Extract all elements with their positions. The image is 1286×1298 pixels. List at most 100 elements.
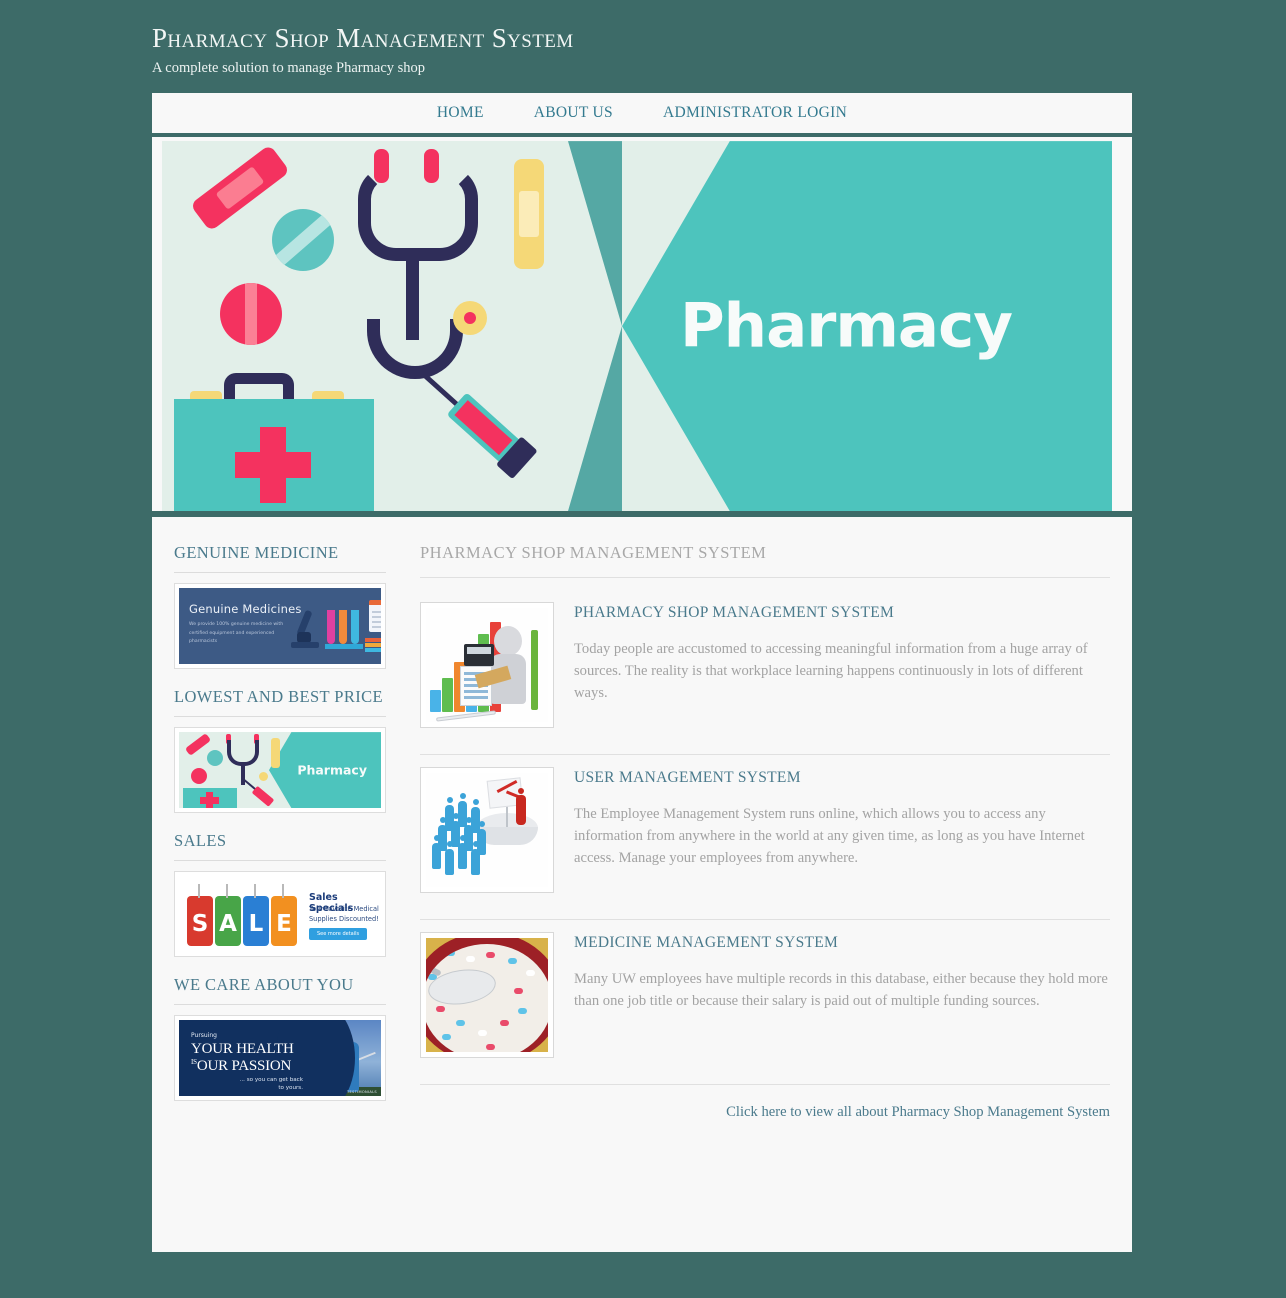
sidebar: GENUINE MEDICINE Genuine Medicines We pr… bbox=[174, 543, 386, 1192]
main-navigation: HOME ABOUT US ADMINISTRATOR LOGIN bbox=[152, 93, 1132, 138]
books-icon bbox=[365, 638, 381, 654]
article-thumbnail-frame[interactable] bbox=[420, 767, 554, 894]
genuine-medicines-subtitle: We provide 100% genuine medicine with ce… bbox=[189, 622, 284, 645]
hero-title: Pharmacy bbox=[679, 290, 1013, 362]
pencil-icon bbox=[531, 630, 538, 711]
sale-tags-group: S A L E bbox=[187, 884, 301, 947]
nav-link-administrator-login[interactable]: ADMINISTRATOR LOGIN bbox=[638, 104, 872, 122]
article-title: USER MANAGEMENT SYSTEM bbox=[574, 769, 801, 787]
article-title: PHARMACY SHOP MANAGEMENT SYSTEM bbox=[574, 604, 895, 622]
view-all-link[interactable]: Click here to view all about Pharmacy Sh… bbox=[726, 1104, 1110, 1120]
pill bbox=[514, 988, 523, 995]
clipboard-icon bbox=[369, 600, 381, 633]
article-thumbnail-frame[interactable] bbox=[420, 602, 554, 729]
syringe-needle bbox=[417, 368, 461, 409]
test-tubes-icon bbox=[325, 610, 365, 654]
clipboard-line bbox=[372, 626, 381, 628]
pill bbox=[436, 1006, 445, 1013]
test-tube-rack bbox=[325, 644, 363, 650]
sales-image: S A L E Sales Specials Your Favorite Med… bbox=[179, 876, 381, 953]
article-text: The Employee Management System runs onli… bbox=[574, 806, 1085, 867]
hero-banner-wrapper: Pharmacy bbox=[152, 137, 1132, 518]
sidebar-heading-lowest-and-best-price: LOWEST AND BEST PRICE bbox=[174, 687, 386, 718]
pill bbox=[486, 1044, 495, 1051]
nav-link-home[interactable]: HOME bbox=[412, 104, 509, 122]
book-yellow bbox=[365, 643, 381, 648]
microscope-icon bbox=[291, 609, 319, 650]
footer-link-row: Click here to view all about Pharmacy Sh… bbox=[420, 1085, 1110, 1121]
article-text: Many UW employees have multiple records … bbox=[574, 971, 1108, 1010]
stethoscope-bell bbox=[453, 301, 487, 336]
content-column: PHARMACY SHOP MANAGEMENT SYSTEM PHARMACY… bbox=[420, 543, 1110, 1192]
sheet-line bbox=[464, 690, 488, 693]
sidebar-banner-pharmacy[interactable]: Pharmacy bbox=[174, 727, 386, 814]
figure-head bbox=[494, 626, 522, 657]
mini-syringe-icon bbox=[243, 778, 278, 808]
sale-tag-letter: S bbox=[187, 884, 213, 947]
clipboard-line bbox=[372, 611, 381, 613]
pen-icon bbox=[435, 710, 497, 722]
sales-details-button[interactable]: See more details bbox=[309, 928, 368, 941]
book-orange bbox=[365, 638, 381, 643]
stethoscope-earpiece-right bbox=[424, 149, 439, 184]
red-cross-horizontal bbox=[235, 452, 311, 479]
article-thumbnail-frame[interactable] bbox=[420, 932, 554, 1059]
article-item: USER MANAGEMENT SYSTEM The Employee Mana… bbox=[420, 755, 1110, 921]
article-item: PHARMACY SHOP MANAGEMENT SYSTEM Today pe… bbox=[420, 590, 1110, 756]
pill-red-icon bbox=[220, 283, 282, 346]
sidebar-banner-genuine-medicine[interactable]: Genuine Medicines We provide 100% genuin… bbox=[174, 583, 386, 670]
crowd-person bbox=[458, 793, 467, 828]
pharmacy-mini-title: Pharmacy bbox=[297, 762, 367, 778]
health-line-1: YOUR HEALTH bbox=[191, 1041, 294, 1058]
mini-stethoscope-icon bbox=[227, 740, 259, 767]
sheet-line bbox=[464, 696, 488, 699]
bandage-red-icon bbox=[189, 144, 291, 232]
sidebar-heading-sales: SALES bbox=[174, 831, 386, 862]
clipboard-line bbox=[372, 616, 381, 618]
genuine-medicines-image: Genuine Medicines We provide 100% genuin… bbox=[179, 588, 381, 665]
content-heading: PHARMACY SHOP MANAGEMENT SYSTEM bbox=[420, 543, 1110, 579]
pill bbox=[430, 954, 439, 961]
pill-teal-icon bbox=[272, 209, 334, 272]
article-text: Today people are accustomed to accessing… bbox=[574, 641, 1088, 702]
mini-bandage-icon bbox=[184, 733, 212, 756]
pill bbox=[446, 950, 455, 957]
test-tube-orange bbox=[339, 610, 347, 645]
sidebar-banner-sales[interactable]: S A L E Sales Specials Your Favorite Med… bbox=[174, 871, 386, 958]
sale-tag-letter: L bbox=[243, 884, 269, 947]
mini-bandage-yellow-icon bbox=[271, 738, 280, 769]
hero-banner: Pharmacy bbox=[162, 141, 1112, 512]
pill bbox=[478, 1030, 487, 1037]
microscope-base bbox=[291, 642, 319, 649]
pill bbox=[518, 1008, 527, 1015]
pill bbox=[442, 1034, 451, 1041]
site-tagline: A complete solution to manage Pharmacy s… bbox=[152, 59, 426, 76]
health-line-2-main: OUR PASSION bbox=[196, 1058, 292, 1075]
nav-item-administrator-login[interactable]: ADMINISTRATOR LOGIN bbox=[638, 104, 872, 122]
pills-pile bbox=[426, 944, 548, 1053]
site-header: Pharmacy Shop Management System A comple… bbox=[0, 0, 1286, 87]
health-pre-text: Pursuing bbox=[191, 1032, 217, 1040]
sidebar-banner-health[interactable]: Pursuing YOUR HEALTH ISOUR PASSION ... s… bbox=[174, 1015, 386, 1102]
sale-tag-letter: A bbox=[215, 884, 241, 947]
article-item: MEDICINE MANAGEMENT SYSTEM Many UW emplo… bbox=[420, 920, 1110, 1086]
sidebar-heading-we-care-about-you: WE CARE ABOUT YOU bbox=[174, 975, 386, 1006]
pharmacy-mini-image: Pharmacy bbox=[179, 732, 381, 809]
crowd-group bbox=[432, 793, 496, 881]
nav-link-about-us[interactable]: ABOUT US bbox=[509, 104, 638, 122]
health-tail-text: ... so you can get back to yours. bbox=[239, 1077, 303, 1092]
pill bbox=[486, 952, 495, 959]
mini-red-cross-horizontal bbox=[200, 797, 219, 805]
nav-item-about-us[interactable]: ABOUT US bbox=[509, 104, 638, 122]
bandage-yellow-icon bbox=[514, 159, 544, 270]
bar-chart-figure-image bbox=[426, 608, 548, 723]
health-line-2: ISOUR PASSION bbox=[191, 1058, 291, 1075]
nav-list: HOME ABOUT US ADMINISTRATOR LOGIN bbox=[152, 93, 1132, 133]
book-blue bbox=[365, 648, 381, 653]
genuine-medicines-title: Genuine Medicines bbox=[189, 602, 302, 617]
chart-bar bbox=[442, 678, 453, 713]
pill bbox=[508, 958, 517, 965]
crowd-person bbox=[445, 797, 454, 832]
nav-item-home[interactable]: HOME bbox=[412, 104, 509, 122]
chart-bar bbox=[430, 690, 441, 713]
